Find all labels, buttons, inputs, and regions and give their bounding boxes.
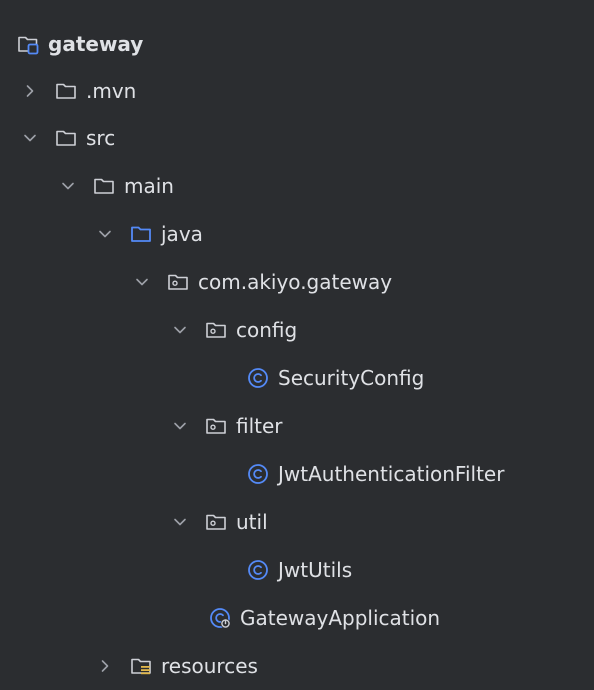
tree-item-java[interactable]: java: [0, 210, 594, 258]
tree-item-security-config[interactable]: SecurityConfig: [0, 354, 594, 402]
package-icon: [204, 414, 228, 438]
tree-item-gateway[interactable]: gateway: [0, 20, 594, 68]
class-icon: [246, 558, 270, 582]
project-tree: gateway .mvn src main java com.akiyo.gat…: [0, 0, 594, 682]
package-icon: [204, 318, 228, 342]
class-icon: [246, 366, 270, 390]
tree-item-label: gateway: [48, 32, 144, 56]
tree-item-mvn[interactable]: .mvn: [0, 67, 594, 115]
tree-item-filter[interactable]: filter: [0, 402, 594, 450]
chevron-down-icon[interactable]: [172, 418, 188, 434]
tree-item-label: .mvn: [86, 79, 137, 103]
chevron-right-icon[interactable]: [22, 83, 38, 99]
class-icon: [246, 462, 270, 486]
tree-item-util[interactable]: util: [0, 498, 594, 546]
tree-item-label: GatewayApplication: [240, 606, 441, 630]
source-root-folder-icon: [129, 222, 153, 246]
tree-item-label: JwtAuthenticationFilter: [278, 462, 505, 486]
tree-item-label: SecurityConfig: [278, 366, 425, 390]
tree-item-jwt-utils[interactable]: JwtUtils: [0, 546, 594, 594]
tree-item-label: util: [236, 510, 268, 534]
tree-item-config[interactable]: config: [0, 306, 594, 354]
package-icon: [166, 270, 190, 294]
tree-item-label: java: [161, 222, 203, 246]
tree-item-com-akiyo-gateway[interactable]: com.akiyo.gateway: [0, 258, 594, 306]
tree-item-label: src: [86, 126, 116, 150]
module-folder-icon: [16, 32, 40, 56]
resources-folder-icon: [129, 654, 153, 678]
chevron-right-icon[interactable]: [97, 658, 113, 674]
tree-item-jwt-authentication-filter[interactable]: JwtAuthenticationFilter: [0, 450, 594, 498]
tree-item-label: main: [124, 174, 174, 198]
package-icon: [204, 510, 228, 534]
chevron-down-icon[interactable]: [134, 274, 150, 290]
tree-item-src[interactable]: src: [0, 114, 594, 162]
tree-item-resources[interactable]: resources: [0, 642, 594, 690]
chevron-down-icon[interactable]: [172, 322, 188, 338]
folder-icon: [54, 126, 78, 150]
chevron-down-icon[interactable]: [172, 514, 188, 530]
tree-item-label: com.akiyo.gateway: [198, 270, 393, 294]
chevron-down-icon[interactable]: [22, 130, 38, 146]
tree-item-label: filter: [236, 414, 283, 438]
folder-icon: [54, 79, 78, 103]
tree-item-gateway-application[interactable]: GatewayApplication: [0, 594, 594, 642]
tree-item-label: JwtUtils: [278, 558, 353, 582]
spring-boot-class-icon: [208, 606, 232, 630]
chevron-down-icon[interactable]: [60, 178, 76, 194]
folder-icon: [92, 174, 116, 198]
tree-item-label: resources: [161, 654, 258, 678]
tree-item-label: config: [236, 318, 298, 342]
tree-item-main[interactable]: main: [0, 162, 594, 210]
chevron-down-icon[interactable]: [97, 226, 113, 242]
